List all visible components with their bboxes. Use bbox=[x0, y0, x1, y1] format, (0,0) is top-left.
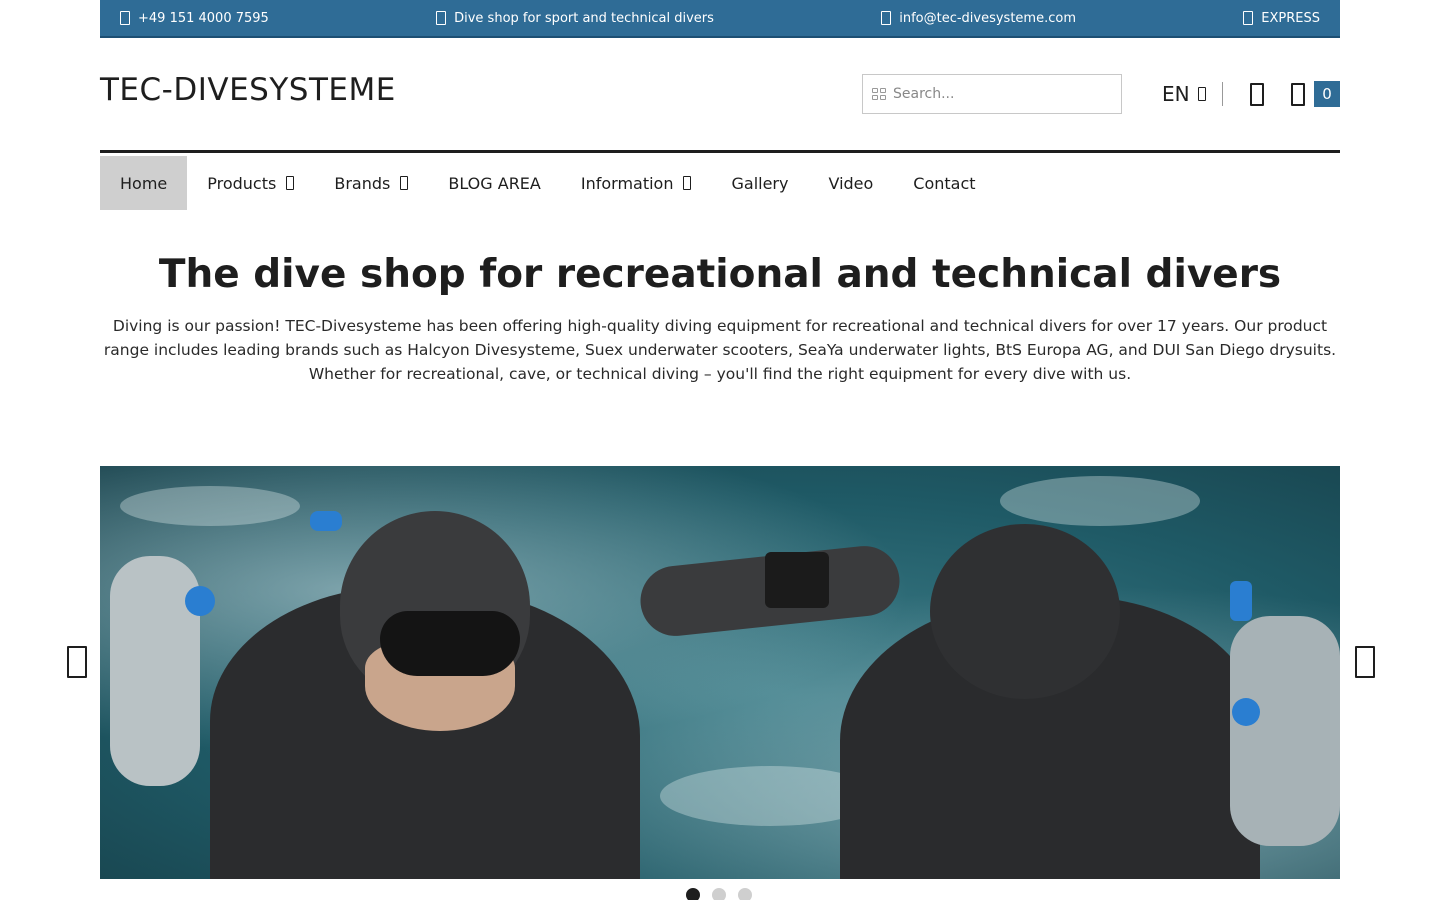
hero-slider[interactable] bbox=[100, 466, 1340, 879]
nav-item-contact[interactable]: Contact bbox=[893, 156, 995, 210]
nav-item-products[interactable]: Products bbox=[187, 156, 314, 210]
info-icon bbox=[436, 11, 447, 25]
regulator bbox=[310, 511, 342, 531]
chevron-down-icon bbox=[1197, 87, 1206, 101]
user-icon[interactable] bbox=[1250, 83, 1264, 106]
slider-dot-2[interactable] bbox=[712, 888, 726, 900]
cart-count-badge[interactable]: 0 bbox=[1314, 81, 1340, 107]
express-label[interactable]: EXPRESS bbox=[1261, 11, 1320, 26]
water-ripple bbox=[1000, 476, 1200, 526]
nav-label: Brands bbox=[334, 173, 391, 193]
slider-dot-1[interactable] bbox=[686, 888, 700, 900]
diver-left-mask bbox=[380, 611, 520, 676]
nav-item-home[interactable]: Home bbox=[100, 156, 188, 210]
diver-tank bbox=[1230, 616, 1340, 846]
slider-prev-arrow-icon[interactable] bbox=[67, 646, 87, 678]
nav-label: Information bbox=[580, 173, 674, 193]
nav-label: Products bbox=[207, 173, 277, 193]
page-title: The dive shop for recreational and techn… bbox=[158, 252, 1282, 297]
nav-item-information[interactable]: Information bbox=[561, 156, 712, 210]
language-label[interactable]: EN bbox=[1162, 82, 1190, 106]
nav-label: Contact bbox=[913, 173, 976, 193]
chevron-down-icon bbox=[683, 176, 692, 190]
search-input[interactable] bbox=[893, 86, 1103, 102]
email-link[interactable]: info@tec-divesysteme.com bbox=[899, 11, 1076, 26]
grid-icon bbox=[872, 88, 886, 100]
nav-item-blog[interactable]: BLOG AREA bbox=[428, 156, 561, 210]
site-logo[interactable]: TEC-DIVESYSTEME bbox=[100, 72, 396, 108]
truck-icon bbox=[1243, 11, 1254, 25]
header-divider bbox=[1222, 82, 1223, 106]
topbar-tagline: Dive shop for sport and technical divers bbox=[436, 11, 714, 26]
main-nav: Home Products Brands BLOG AREA Informati… bbox=[100, 156, 996, 210]
nav-label: Video bbox=[828, 173, 874, 193]
nav-label: BLOG AREA bbox=[448, 173, 541, 193]
topbar-phone[interactable]: +49 151 4000 7595 bbox=[120, 11, 269, 26]
nav-item-gallery[interactable]: Gallery bbox=[711, 156, 808, 210]
tagline-text: Dive shop for sport and technical divers bbox=[454, 10, 714, 26]
regulator bbox=[1232, 698, 1260, 726]
language-selector[interactable]: EN bbox=[1162, 82, 1206, 106]
diver-right-hood bbox=[930, 524, 1120, 699]
topbar-express[interactable]: EXPRESS bbox=[1243, 11, 1320, 26]
nav-item-brands[interactable]: Brands bbox=[314, 156, 428, 210]
regulator bbox=[185, 586, 215, 616]
chevron-down-icon bbox=[400, 176, 409, 190]
phone-number[interactable]: +49 151 4000 7595 bbox=[138, 11, 269, 26]
slider-dots bbox=[686, 888, 752, 900]
regulator bbox=[1230, 581, 1252, 621]
diver-tank bbox=[110, 556, 200, 786]
search-box[interactable] bbox=[862, 74, 1122, 114]
nav-top-rule bbox=[100, 150, 1340, 153]
nav-label: Gallery bbox=[731, 173, 789, 193]
top-info-bar: +49 151 4000 7595 Dive shop for sport an… bbox=[100, 0, 1340, 38]
water-ripple bbox=[120, 486, 300, 526]
envelope-icon bbox=[881, 11, 892, 25]
nav-label: Home bbox=[120, 173, 168, 193]
cart-icon[interactable] bbox=[1291, 83, 1305, 106]
slider-next-arrow-icon[interactable] bbox=[1355, 646, 1375, 678]
phone-icon bbox=[120, 11, 130, 25]
intro-paragraph: Diving is our passion! TEC-Divesysteme h… bbox=[103, 317, 1337, 383]
dive-camera bbox=[765, 552, 829, 608]
nav-item-video[interactable]: Video bbox=[808, 156, 893, 210]
slider-dot-3[interactable] bbox=[738, 888, 752, 900]
chevron-down-icon bbox=[286, 176, 295, 190]
topbar-email[interactable]: info@tec-divesysteme.com bbox=[881, 11, 1076, 26]
